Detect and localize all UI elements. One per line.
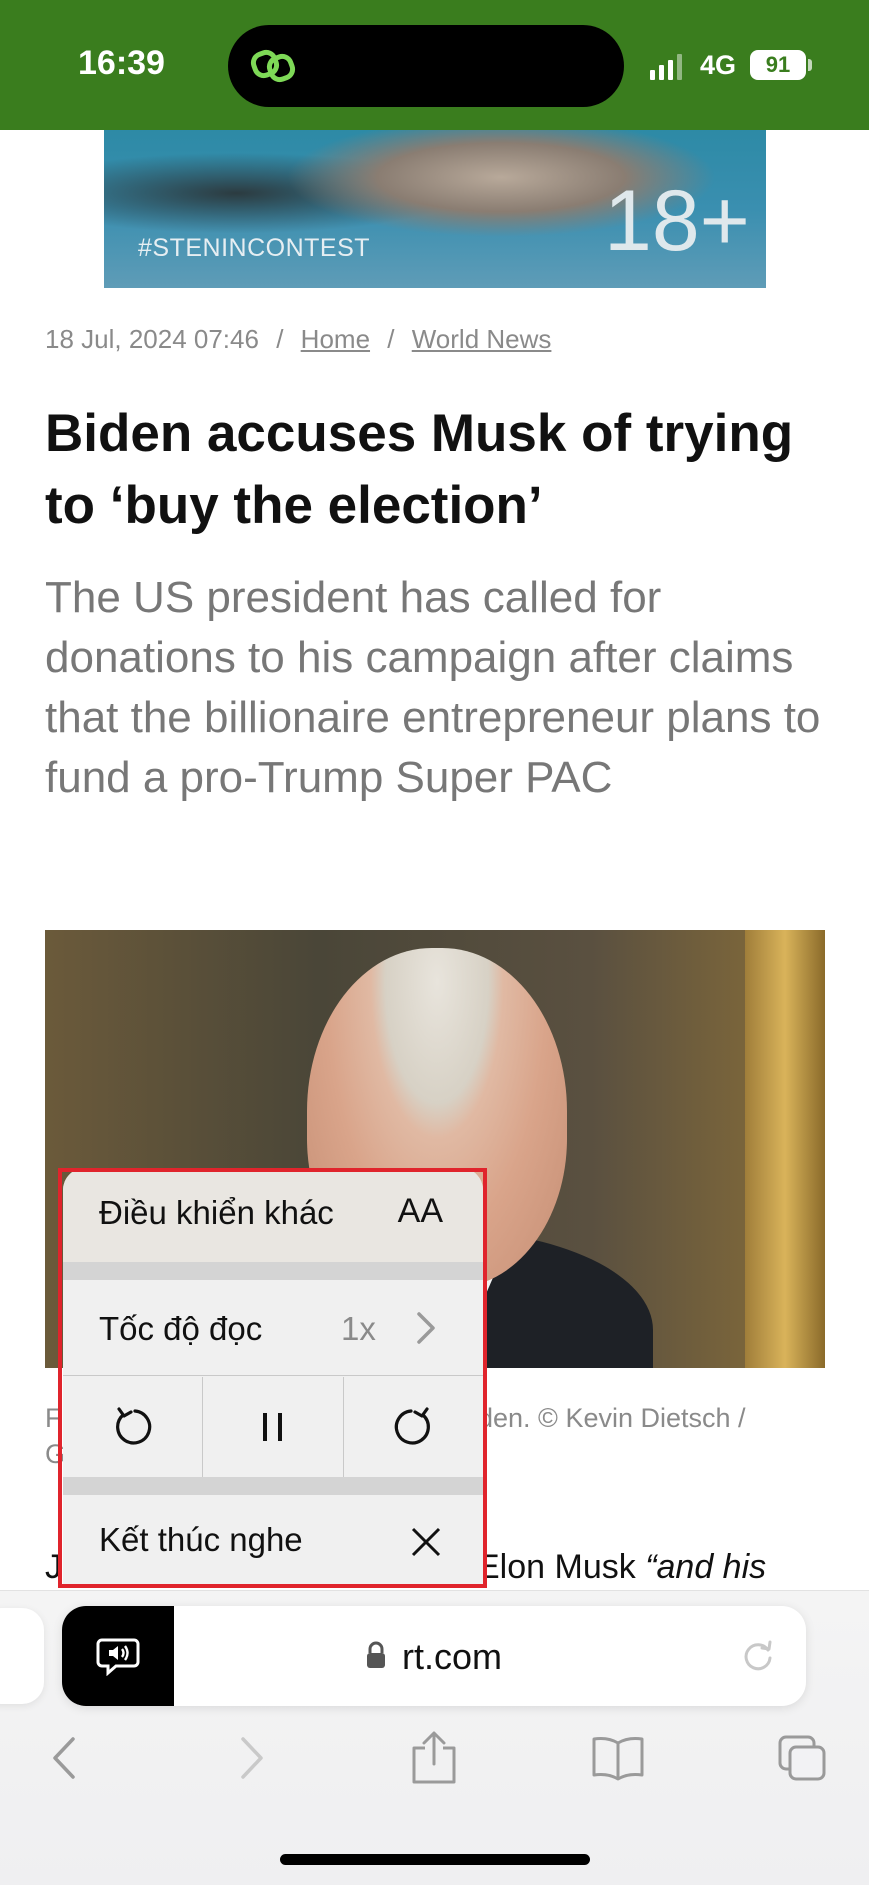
article-headline: Biden accuses Musk of trying to ‘buy the… bbox=[45, 404, 794, 535]
article-date: 18 Jul, 2024 07:46 bbox=[45, 324, 259, 354]
end-listening-row[interactable]: Kết thúc nghe bbox=[63, 1495, 483, 1586]
chevron-left-icon bbox=[53, 1737, 75, 1779]
end-listening-label: Kết thúc nghe bbox=[99, 1521, 303, 1558]
caption-fragment-right: den. © Kevin Dietsch / bbox=[478, 1403, 746, 1433]
rewind-icon bbox=[115, 1407, 151, 1445]
dynamic-island bbox=[228, 25, 624, 107]
cellular-signal-icon bbox=[650, 54, 682, 80]
pause-icon bbox=[262, 1413, 282, 1441]
status-time: 16:39 bbox=[78, 44, 165, 82]
playback-controls-row bbox=[63, 1377, 483, 1477]
home-indicator bbox=[280, 1854, 590, 1865]
body-fragment-italic: “and his bbox=[645, 1548, 767, 1586]
reload-icon[interactable] bbox=[740, 1638, 776, 1674]
share-button[interactable] bbox=[404, 1728, 464, 1788]
breadcrumb: 18 Jul, 2024 07:46 / Home / World News bbox=[45, 324, 551, 355]
chevron-right-icon bbox=[417, 1312, 435, 1344]
speak-page-button[interactable] bbox=[62, 1606, 174, 1706]
breadcrumb-separator: / bbox=[387, 324, 395, 354]
speech-bubble-speaker-icon bbox=[96, 1638, 140, 1676]
forward-icon bbox=[395, 1407, 431, 1445]
pause-button[interactable] bbox=[203, 1377, 344, 1477]
banner-age-rating: 18+ bbox=[604, 173, 750, 269]
reading-speed-label: Tốc độ đọc bbox=[99, 1310, 263, 1347]
book-icon bbox=[592, 1737, 644, 1781]
banner-ad-image[interactable]: #STENINCONTEST 18+ bbox=[104, 130, 766, 288]
reading-speed-row[interactable]: Tốc độ đọc 1x bbox=[63, 1280, 483, 1376]
skip-back-button[interactable] bbox=[63, 1377, 204, 1477]
breadcrumb-section-link[interactable]: World News bbox=[412, 324, 552, 354]
popup-divider bbox=[63, 1477, 483, 1495]
previous-tab-peek[interactable] bbox=[0, 1608, 44, 1704]
lock-icon bbox=[367, 1641, 385, 1668]
popup-divider bbox=[63, 1262, 483, 1280]
tabs-button[interactable] bbox=[772, 1728, 832, 1788]
close-icon[interactable] bbox=[409, 1525, 443, 1559]
body-fragment-left: J bbox=[45, 1548, 62, 1586]
network-type: 4G bbox=[700, 50, 737, 80]
chevron-right-icon bbox=[241, 1737, 263, 1779]
battery-tip bbox=[808, 59, 812, 71]
battery-icon: 91 bbox=[750, 50, 806, 80]
bookmarks-button[interactable] bbox=[588, 1728, 648, 1788]
article-summary: The US president has called for donation… bbox=[45, 573, 821, 802]
photo-frame-decor bbox=[745, 930, 825, 1368]
breadcrumb-home-link[interactable]: Home bbox=[301, 324, 370, 354]
more-controls-label: Điều khiển khác bbox=[99, 1194, 334, 1231]
chain-link-icon bbox=[250, 49, 296, 83]
status-bar: 16:39 4G 91 bbox=[0, 0, 869, 130]
breadcrumb-separator: / bbox=[276, 324, 284, 354]
caption-fragment-left: F bbox=[45, 1403, 62, 1433]
body-fragment-right: Elon Musk “and his bbox=[477, 1548, 766, 1587]
speak-controls-popup: Điều khiển khác AA Tốc độ đọc 1x Kết thú… bbox=[63, 1168, 483, 1586]
skip-forward-button[interactable] bbox=[344, 1377, 483, 1477]
share-icon bbox=[412, 1731, 456, 1784]
tabs-icon bbox=[778, 1735, 826, 1781]
banner-hashtag: #STENINCONTEST bbox=[138, 234, 371, 262]
text-size-button[interactable]: AA bbox=[398, 1192, 443, 1231]
body-fragment-mid: Elon Musk bbox=[477, 1548, 646, 1586]
back-button[interactable] bbox=[34, 1728, 94, 1788]
address-bar[interactable]: rt.com bbox=[62, 1606, 806, 1706]
more-controls-row[interactable]: Điều khiển khác AA bbox=[63, 1168, 483, 1262]
url-host: rt.com bbox=[402, 1636, 503, 1677]
browser-toolbar bbox=[0, 1718, 869, 1808]
reading-speed-value: 1x bbox=[341, 1310, 376, 1347]
forward-button[interactable] bbox=[222, 1728, 282, 1788]
